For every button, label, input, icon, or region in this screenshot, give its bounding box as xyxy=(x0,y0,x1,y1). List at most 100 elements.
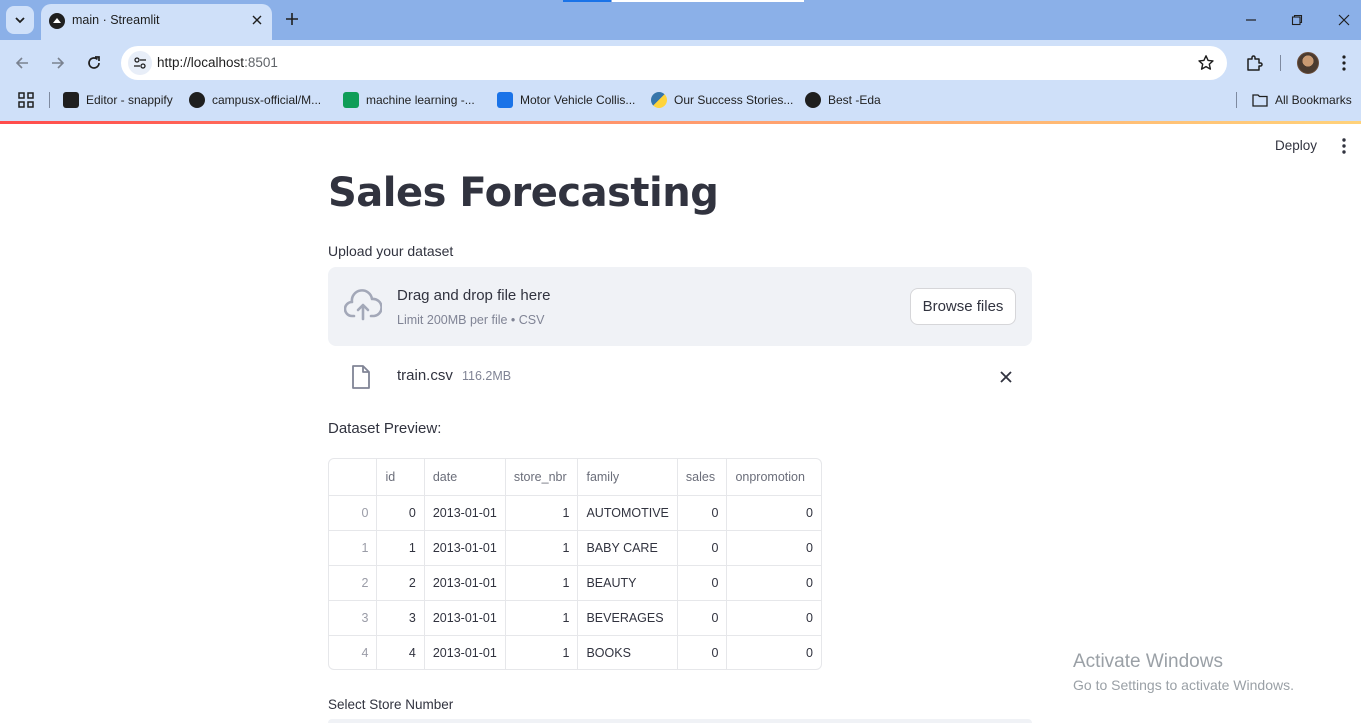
store-number-select[interactable] xyxy=(328,719,1032,723)
github-icon xyxy=(805,92,821,108)
table-cell[interactable]: 0 xyxy=(726,530,821,566)
deploy-button[interactable]: Deploy xyxy=(1266,134,1326,158)
data-table: id date store_nbr family sales onpromoti… xyxy=(329,459,821,669)
table-cell[interactable]: 0 xyxy=(677,530,728,566)
more-vertical-icon xyxy=(1342,138,1346,154)
minimize-button[interactable] xyxy=(1239,8,1263,32)
page-title: Sales Forecasting xyxy=(328,170,719,216)
bookmarks-bar: Editor - snappify campusx-official/M... … xyxy=(0,86,1361,114)
table-row: 3 3 2013-01-01 1 BEVERAGES 0 0 xyxy=(329,600,821,636)
tab-strip-accent xyxy=(563,0,611,2)
bookmark-star-icon[interactable] xyxy=(1197,54,1215,72)
table-cell[interactable]: AUTOMOTIVE xyxy=(577,495,678,531)
table-cell[interactable]: 1 xyxy=(505,530,579,566)
bookmark-label: machine learning -... xyxy=(366,93,475,107)
column-header[interactable]: date xyxy=(424,459,506,496)
streamlit-header-decoration xyxy=(0,121,1361,124)
table-cell[interactable]: 0 xyxy=(726,495,821,531)
table-cell[interactable]: 0 xyxy=(376,495,425,531)
dropzone-limit: Limit 200MB per file • CSV xyxy=(397,313,545,327)
bookmark-label: Motor Vehicle Collis... xyxy=(520,93,636,107)
table-cell[interactable]: 2013-01-01 xyxy=(424,635,506,669)
table-cell[interactable]: 2013-01-01 xyxy=(424,530,506,566)
apps-button[interactable] xyxy=(18,91,34,109)
table-cell[interactable]: 0 xyxy=(726,600,821,636)
reload-button[interactable] xyxy=(81,50,107,76)
profile-avatar[interactable] xyxy=(1297,52,1319,74)
column-header[interactable] xyxy=(329,459,378,496)
table-cell[interactable]: 0 xyxy=(677,565,728,601)
column-header[interactable]: store_nbr xyxy=(505,459,579,496)
table-cell[interactable]: 0 xyxy=(726,565,821,601)
table-cell[interactable]: BEVERAGES xyxy=(577,600,678,636)
browse-files-button[interactable]: Browse files xyxy=(910,288,1016,325)
restore-button[interactable] xyxy=(1285,8,1309,32)
new-tab-button[interactable] xyxy=(281,8,303,30)
column-header[interactable]: family xyxy=(577,459,678,496)
cloud-upload-icon xyxy=(344,289,382,321)
row-index[interactable]: 4 xyxy=(329,635,378,669)
tab-close-button[interactable] xyxy=(248,11,266,29)
table-cell[interactable]: BABY CARE xyxy=(577,530,678,566)
site-info-button[interactable] xyxy=(128,51,152,75)
watermark-subtitle: Go to Settings to activate Windows. xyxy=(1073,677,1294,693)
table-cell[interactable]: BOOKS xyxy=(577,635,678,669)
watermark-title: Activate Windows xyxy=(1073,651,1223,672)
table-cell[interactable]: 2013-01-01 xyxy=(424,565,506,601)
bookmark-campusx[interactable]: campusx-official/M... xyxy=(189,91,321,109)
table-cell[interactable]: 1 xyxy=(505,495,579,531)
tab-search-button[interactable] xyxy=(6,6,34,34)
table-cell[interactable]: BEAUTY xyxy=(577,565,678,601)
tab-strip-highlight xyxy=(612,0,804,2)
table-cell[interactable]: 4 xyxy=(376,635,425,669)
bookmark-machine-learning[interactable]: machine learning -... xyxy=(343,91,475,109)
tab-main-streamlit[interactable]: main · Streamlit xyxy=(41,4,272,40)
table-cell[interactable]: 1 xyxy=(376,530,425,566)
table-cell[interactable]: 2013-01-01 xyxy=(424,600,506,636)
row-index[interactable]: 3 xyxy=(329,600,378,636)
close-icon xyxy=(1338,14,1350,26)
close-icon xyxy=(1000,371,1012,383)
dropzone-instructions: Drag and drop file here xyxy=(397,287,551,304)
close-window-button[interactable] xyxy=(1332,8,1356,32)
row-index[interactable]: 0 xyxy=(329,495,378,531)
table-cell[interactable]: 2013-01-01 xyxy=(424,495,506,531)
bookmark-motor-vehicle[interactable]: Motor Vehicle Collis... xyxy=(497,91,635,109)
dataset-icon xyxy=(497,92,513,108)
github-icon xyxy=(189,92,205,108)
extensions-button[interactable] xyxy=(1243,52,1265,74)
bookmark-success-stories[interactable]: Our Success Stories... xyxy=(651,91,793,109)
arrow-left-icon xyxy=(15,57,28,69)
table-cell[interactable]: 1 xyxy=(505,635,579,669)
column-header[interactable]: id xyxy=(376,459,425,496)
row-index[interactable]: 2 xyxy=(329,565,378,601)
bookmarks-separator xyxy=(49,92,50,108)
row-index[interactable]: 1 xyxy=(329,530,378,566)
table-cell[interactable]: 0 xyxy=(727,635,821,669)
column-header[interactable]: onpromotion xyxy=(726,459,821,496)
table-cell[interactable]: 0 xyxy=(677,635,728,669)
bookmark-editor-snappify[interactable]: Editor - snappify xyxy=(63,91,173,109)
all-bookmarks-button[interactable]: All Bookmarks xyxy=(1252,91,1352,109)
file-dropzone[interactable]: Drag and drop file here Limit 200MB per … xyxy=(328,267,1032,346)
table-cell[interactable]: 1 xyxy=(505,600,579,636)
bookmark-best-eda[interactable]: Best -Eda xyxy=(805,91,881,109)
column-header[interactable]: sales xyxy=(677,459,728,496)
app-menu-button[interactable] xyxy=(1334,135,1354,157)
plus-icon xyxy=(286,13,298,25)
minimize-icon xyxy=(1246,19,1256,21)
dataframe-preview[interactable]: id date store_nbr family sales onpromoti… xyxy=(328,458,822,670)
remove-file-button[interactable] xyxy=(996,367,1016,387)
table-cell[interactable]: 0 xyxy=(677,600,728,636)
table-header-row: id date store_nbr family sales onpromoti… xyxy=(329,459,821,496)
windows-activation-watermark: Activate Windows Go to Settings to activ… xyxy=(1073,651,1294,693)
table-cell[interactable]: 0 xyxy=(677,495,728,531)
table-cell[interactable]: 3 xyxy=(376,600,425,636)
forward-button[interactable] xyxy=(45,50,71,76)
table-cell[interactable]: 2 xyxy=(376,565,425,601)
sheets-icon xyxy=(343,92,359,108)
address-bar[interactable]: http://localhost:8501 xyxy=(121,46,1227,80)
table-cell[interactable]: 1 xyxy=(505,565,579,601)
browser-menu-button[interactable] xyxy=(1333,52,1355,74)
back-button[interactable] xyxy=(9,50,35,76)
